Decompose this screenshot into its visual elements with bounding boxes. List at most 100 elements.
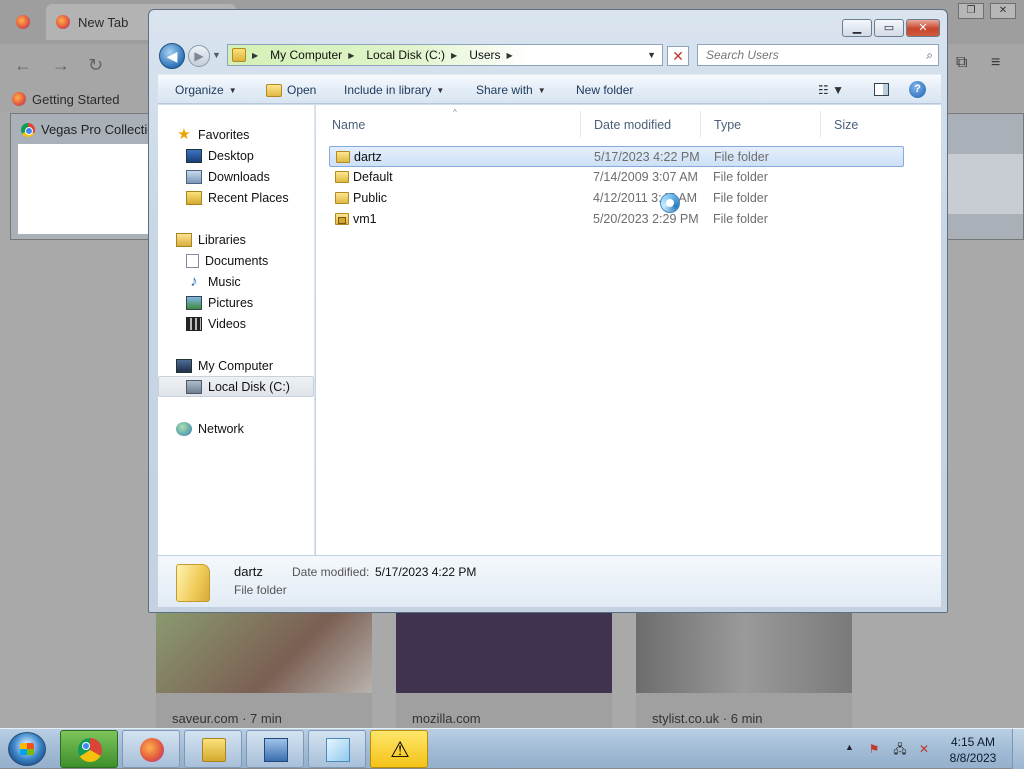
taskbar-chrome[interactable] — [60, 730, 118, 768]
action-center-icon[interactable]: ⚑ — [866, 741, 882, 757]
back-arrow-icon[interactable]: ← — [14, 55, 32, 76]
nav-music[interactable]: ♪ Music — [186, 271, 240, 292]
taskbar-explorer[interactable] — [184, 730, 242, 768]
address-bar[interactable]: ▶ My Computer ▶ Local Disk (C:) ▶ Users … — [227, 44, 663, 66]
nav-videos[interactable]: Videos — [186, 313, 246, 334]
firefox-icon — [56, 15, 70, 29]
volume-muted-icon[interactable]: ✕ — [916, 741, 932, 757]
file-date: 7/14/2009 3:07 AM — [593, 170, 698, 184]
show-desktop-button[interactable] — [1012, 729, 1024, 769]
forward-arrow-icon[interactable]: → — [52, 55, 70, 76]
start-button[interactable] — [8, 732, 46, 766]
news-card[interactable]: mozilla.com — [396, 613, 612, 731]
card-source: mozilla.com — [412, 711, 481, 726]
menu-icon[interactable]: ≡ — [991, 54, 1000, 72]
address-dropdown-icon[interactable]: ▼ — [647, 50, 656, 60]
close-button[interactable]: ✕ — [906, 19, 940, 37]
folder-icon — [335, 192, 349, 204]
minimize-button[interactable]: ▁ — [842, 19, 872, 37]
preview-pane-icon[interactable] — [874, 83, 889, 96]
clock-time: 4:15 AM — [950, 735, 996, 749]
vegas-content — [18, 144, 158, 234]
busy-cursor-icon — [660, 193, 680, 213]
taskbar-control-panel[interactable] — [246, 730, 304, 768]
show-hidden-icons-button[interactable]: ▲ — [845, 742, 854, 752]
taskbar: ⚠ ▲ ⚑ 🖧 ✕ 4:15 AM 8/8/2023 — [0, 728, 1024, 769]
new-folder-button[interactable]: New folder — [576, 83, 633, 97]
browser-restore-button[interactable]: ❐ — [958, 3, 984, 19]
maximize-button[interactable]: ▭ — [874, 19, 904, 37]
column-header-type[interactable]: Type — [714, 118, 741, 132]
column-divider[interactable] — [700, 111, 701, 137]
column-divider[interactable] — [820, 111, 821, 137]
file-name: Public — [353, 191, 388, 205]
vegas-title-text: Vegas Pro Collection — [41, 122, 162, 137]
folder-icon — [232, 48, 246, 62]
browser-tab-firefox[interactable] — [6, 4, 40, 40]
taskbar-notepad[interactable] — [308, 730, 366, 768]
stop-button[interactable]: ✕ — [667, 46, 689, 66]
nav-recent-places[interactable]: Recent Places — [186, 187, 289, 208]
file-row[interactable]: Public 4/12/2011 3:45 AM File folder — [329, 188, 904, 209]
nav-documents[interactable]: Documents — [186, 250, 268, 271]
details-pane: dartz File folder Date modified: 5/17/20… — [158, 555, 941, 607]
nav-network[interactable]: Network — [176, 418, 244, 439]
breadcrumb-label: Local Disk (C:) — [366, 48, 446, 62]
column-header-date-modified[interactable]: Date modified — [594, 118, 671, 132]
command-bar: Organize ▼ Open Include in library ▼ Sha… — [158, 74, 941, 104]
clock[interactable]: 4:15 AM 8/8/2023 — [945, 734, 1001, 766]
nav-label: Network — [198, 421, 244, 436]
breadcrumb-local-disk[interactable]: Local Disk (C:) ▶ — [360, 48, 463, 62]
organize-button[interactable]: Organize ▼ — [175, 83, 237, 97]
file-row[interactable]: Default 7/14/2009 3:07 AM File folder — [329, 167, 904, 188]
card-source: saveur.com · 7 min — [172, 711, 282, 726]
file-type: File folder — [713, 170, 768, 184]
taskbar-warning[interactable]: ⚠ — [370, 730, 428, 768]
extensions-icon[interactable]: ⧉ — [956, 54, 967, 72]
locked-folder-icon — [335, 213, 349, 225]
vegas-ruler — [948, 154, 1023, 214]
recent-pages-dropdown[interactable]: ▼ — [212, 50, 221, 60]
breadcrumb: ▶ My Computer ▶ Local Disk (C:) ▶ Users … — [228, 45, 529, 65]
nav-libraries[interactable]: Libraries — [176, 229, 246, 250]
column-divider[interactable] — [580, 111, 581, 137]
nav-favorites[interactable]: ★ Favorites — [176, 124, 249, 145]
nav-label: Libraries — [198, 232, 246, 247]
include-in-library-button[interactable]: Include in library ▼ — [344, 83, 444, 97]
column-header-size[interactable]: Size — [834, 118, 858, 132]
nav-local-disk[interactable]: Local Disk (C:) — [158, 376, 314, 397]
open-button[interactable]: Open — [266, 83, 316, 97]
nav-pictures[interactable]: Pictures — [186, 292, 253, 313]
file-row[interactable]: dartz 5/17/2023 4:22 PM File folder — [329, 146, 904, 167]
breadcrumb-root-arrow[interactable]: ▶ — [246, 51, 264, 60]
nav-desktop[interactable]: Desktop — [186, 145, 254, 166]
details-date-label: Date modified: — [292, 565, 370, 579]
file-name: dartz — [354, 150, 382, 164]
nav-downloads[interactable]: Downloads — [186, 166, 270, 187]
bookmark-getting-started[interactable]: Getting Started — [32, 92, 119, 107]
drive-icon — [186, 379, 202, 394]
help-icon[interactable]: ? — [909, 81, 926, 98]
news-card[interactable]: stylist.co.uk · 6 min — [636, 613, 852, 731]
sort-up-icon: ^ — [453, 108, 457, 117]
tab-label: New Tab — [78, 14, 129, 30]
change-view-button[interactable]: ☷ ▼ — [818, 83, 844, 97]
breadcrumb-users[interactable]: Users ▶ — [463, 48, 519, 62]
chevron-right-icon: ▶ — [451, 50, 458, 60]
taskbar-firefox[interactable] — [122, 730, 180, 768]
reload-icon[interactable]: ↻ — [88, 55, 103, 76]
nav-my-computer[interactable]: My Computer — [176, 355, 273, 376]
network-tray-icon[interactable]: 🖧 — [892, 741, 908, 757]
search-input[interactable] — [698, 45, 903, 65]
back-button[interactable]: ◀ — [159, 43, 185, 69]
search-box[interactable]: ⌕ — [697, 44, 939, 66]
search-icon[interactable]: ⌕ — [926, 48, 933, 63]
forward-button[interactable]: ▶ — [188, 45, 210, 67]
news-card[interactable]: saveur.com · 7 min — [156, 613, 372, 731]
share-with-button[interactable]: Share with ▼ — [476, 83, 546, 97]
breadcrumb-my-computer[interactable]: My Computer ▶ — [264, 48, 360, 62]
browser-close-button[interactable]: ✕ — [990, 3, 1016, 19]
file-name: Default — [353, 170, 393, 184]
file-row[interactable]: vm1 5/20/2023 2:29 PM File folder — [329, 209, 904, 230]
column-header-name[interactable]: Name — [332, 118, 365, 132]
